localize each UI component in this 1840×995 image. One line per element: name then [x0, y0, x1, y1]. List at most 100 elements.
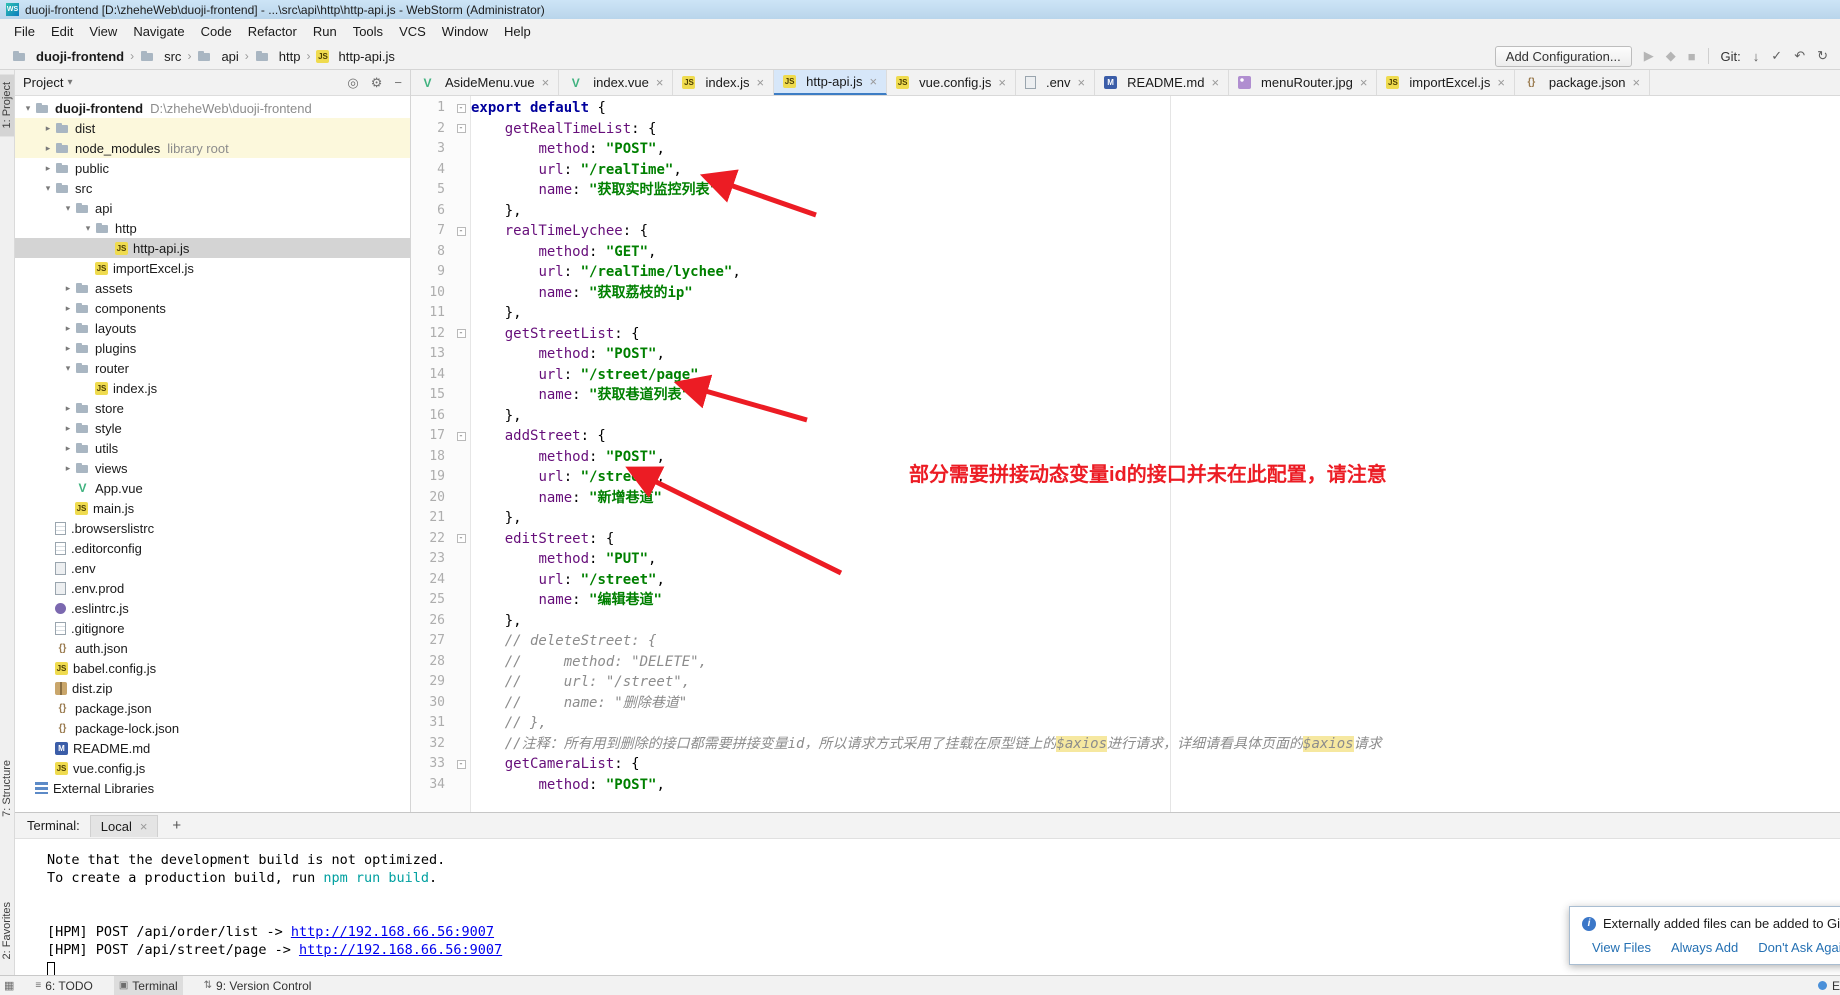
tree-item-src[interactable]: ▾src — [15, 178, 410, 198]
code-line-34[interactable]: 34 method: "POST", — [411, 775, 1840, 796]
fold-icon[interactable]: - — [451, 754, 471, 775]
statusbar-terminal[interactable]: ▣Terminal — [114, 976, 183, 995]
terminal-link[interactable]: http://192.168.66.56:9007 — [299, 942, 502, 958]
code-line-31[interactable]: 31 // }, — [411, 713, 1840, 734]
tree-item-env[interactable]: .env — [15, 558, 410, 578]
tree-item-store[interactable]: ▸store — [15, 398, 410, 418]
close-icon[interactable]: × — [1633, 75, 1641, 90]
tree-item-readme-md[interactable]: MREADME.md — [15, 738, 410, 758]
tree-arrow[interactable]: ▾ — [21, 103, 35, 114]
tree-item-views[interactable]: ▸views — [15, 458, 410, 478]
tree-item-gitignore[interactable]: .gitignore — [15, 618, 410, 638]
hide-panel-icon[interactable]: − — [394, 75, 402, 91]
close-icon[interactable]: × — [998, 75, 1006, 90]
git-history-icon[interactable]: ↻ — [1817, 48, 1828, 64]
statusbar-9-version-control[interactable]: ⇅9: Version Control — [199, 976, 317, 995]
code-line-24[interactable]: 24 url: "/street", — [411, 570, 1840, 591]
notification-action-view-files[interactable]: View Files — [1592, 940, 1651, 955]
tree-item-layouts[interactable]: ▸layouts — [15, 318, 410, 338]
code-line-22[interactable]: 22- editStreet: { — [411, 529, 1840, 550]
code-line-23[interactable]: 23 method: "PUT", — [411, 549, 1840, 570]
tree-item-http[interactable]: ▾http — [15, 218, 410, 238]
tree-item-plugins[interactable]: ▸plugins — [15, 338, 410, 358]
tab-index-js[interactable]: JSindex.js× — [673, 70, 774, 95]
tree-arrow[interactable]: ▸ — [61, 403, 75, 414]
fold-icon[interactable]: - — [451, 98, 471, 119]
menu-file[interactable]: File — [6, 21, 43, 42]
terminal-tab-local[interactable]: Local × — [90, 815, 159, 837]
code-line-25[interactable]: 25 name: "编辑巷道" — [411, 590, 1840, 611]
menu-code[interactable]: Code — [193, 21, 240, 42]
run-icon[interactable]: ▶ — [1644, 48, 1654, 64]
tab-package-json[interactable]: {}package.json× — [1515, 70, 1650, 95]
tree-item-dist-zip[interactable]: dist.zip — [15, 678, 410, 698]
code-line-4[interactable]: 4 url: "/realTime", — [411, 160, 1840, 181]
code-line-3[interactable]: 3 method: "POST", — [411, 139, 1840, 160]
project-panel-title[interactable]: Project — [23, 75, 63, 90]
git-revert-icon[interactable]: ↶ — [1794, 48, 1805, 64]
code-line-10[interactable]: 10 name: "获取荔枝的ip" — [411, 283, 1840, 304]
tab-menurouter-jpg[interactable]: menuRouter.jpg× — [1229, 70, 1377, 95]
tree-item-editorconfig[interactable]: .editorconfig — [15, 538, 410, 558]
tree-item-main-js[interactable]: JSmain.js — [15, 498, 410, 518]
tree-item-utils[interactable]: ▸utils — [15, 438, 410, 458]
tree-item-assets[interactable]: ▸assets — [15, 278, 410, 298]
debug-icon[interactable]: ◆ — [1666, 48, 1676, 64]
statusbar-6-todo[interactable]: ≡6: TODO — [30, 976, 97, 995]
tab-index-vue[interactable]: Vindex.vue× — [559, 70, 673, 95]
code-line-14[interactable]: 14 url: "/street/page", — [411, 365, 1840, 386]
notification-action-don-t-ask-agai[interactable]: Don't Ask Agai — [1758, 940, 1840, 955]
close-icon[interactable]: × — [1497, 75, 1505, 90]
chevron-down-icon[interactable]: ▾ — [67, 77, 72, 88]
menu-run[interactable]: Run — [305, 21, 345, 42]
tree-arrow[interactable]: ▸ — [61, 343, 75, 354]
menu-view[interactable]: View — [81, 21, 125, 42]
breadcrumb-item-http[interactable]: http — [253, 49, 303, 64]
tree-item-http-api-js[interactable]: JShttp-api.js — [15, 238, 410, 258]
code-line-5[interactable]: 5 name: "获取实时监控列表" — [411, 180, 1840, 201]
terminal-link[interactable]: http://192.168.66.56:9007 — [291, 924, 494, 940]
code-line-12[interactable]: 12- getStreetList: { — [411, 324, 1840, 345]
tree-item-index-js[interactable]: JSindex.js — [15, 378, 410, 398]
close-icon[interactable]: × — [542, 75, 550, 90]
menu-refactor[interactable]: Refactor — [240, 21, 305, 42]
stop-icon[interactable]: ■ — [1688, 49, 1696, 64]
menu-tools[interactable]: Tools — [345, 21, 391, 42]
fold-icon[interactable]: - — [451, 324, 471, 345]
tree-arrow[interactable]: ▸ — [41, 123, 55, 134]
code-line-26[interactable]: 26 }, — [411, 611, 1840, 632]
menu-help[interactable]: Help — [496, 21, 539, 42]
code-line-7[interactable]: 7- realTimeLychee: { — [411, 221, 1840, 242]
tree-arrow[interactable]: ▸ — [61, 423, 75, 434]
tree-item-duoji-frontend[interactable]: ▾duoji-frontendD:\zheheWeb\duoji-fronten… — [15, 98, 410, 118]
tab-importexcel-js[interactable]: JSimportExcel.js× — [1377, 70, 1515, 95]
add-configuration-button[interactable]: Add Configuration... — [1495, 46, 1632, 67]
code-line-27[interactable]: 27 // deleteStreet: { — [411, 631, 1840, 652]
tree-item-node-modules[interactable]: ▸node_moduleslibrary root — [15, 138, 410, 158]
menu-navigate[interactable]: Navigate — [125, 21, 192, 42]
git-update-icon[interactable]: ↓ — [1753, 49, 1760, 64]
code-line-8[interactable]: 8 method: "GET", — [411, 242, 1840, 263]
code-line-30[interactable]: 30 // name: "删除巷道" — [411, 693, 1840, 714]
tree-item-babel-config-js[interactable]: JSbabel.config.js — [15, 658, 410, 678]
close-icon[interactable]: × — [1211, 75, 1219, 90]
tree-item-vue-config-js[interactable]: JSvue.config.js — [15, 758, 410, 778]
fold-icon[interactable]: - — [451, 119, 471, 140]
breadcrumb-item-api[interactable]: api — [195, 49, 240, 64]
menu-edit[interactable]: Edit — [43, 21, 81, 42]
fold-icon[interactable]: - — [451, 529, 471, 550]
tree-arrow[interactable]: ▾ — [61, 203, 75, 214]
tab-http-api-js[interactable]: JShttp-api.js× — [774, 70, 887, 95]
code-line-15[interactable]: 15 name: "获取巷道列表" — [411, 385, 1840, 406]
tree-arrow[interactable]: ▸ — [61, 443, 75, 454]
breadcrumb-item-src[interactable]: src — [138, 49, 183, 64]
fold-icon[interactable]: - — [451, 221, 471, 242]
close-icon[interactable]: × — [1360, 75, 1368, 90]
tree-arrow[interactable]: ▸ — [41, 163, 55, 174]
tree-item-external-libraries[interactable]: External Libraries — [15, 778, 410, 798]
tree-item-style[interactable]: ▸style — [15, 418, 410, 438]
tree-item-components[interactable]: ▸components — [15, 298, 410, 318]
code-line-33[interactable]: 33- getCameraList: { — [411, 754, 1840, 775]
tree-item-router[interactable]: ▾router — [15, 358, 410, 378]
code-line-6[interactable]: 6 }, — [411, 201, 1840, 222]
